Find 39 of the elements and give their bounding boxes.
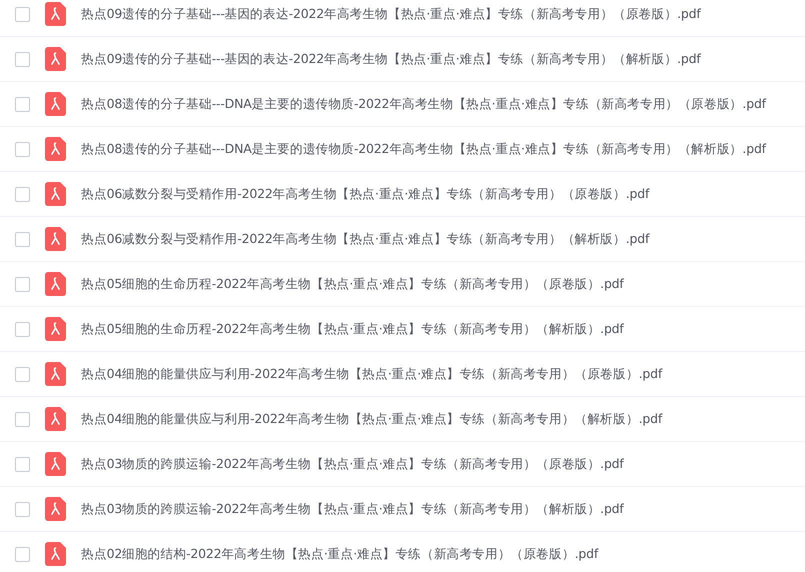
pdf-file-icon [45,137,66,161]
file-name[interactable]: 热点05细胞的生命历程-2022年高考生物【热点·重点·难点】专练（新高考专用）（原卷版）.pdf [81,276,624,292]
checkbox[interactable] [15,412,30,426]
pdf-file-icon [45,407,66,431]
checkbox[interactable] [15,322,30,336]
pdf-file-icon [45,362,66,386]
file-name[interactable]: 热点04细胞的能量供应与利用-2022年高考生物【热点·重点·难点】专练（新高考专用）（原卷版）.pdf [81,366,662,382]
pdf-file-icon [45,542,66,566]
pdf-file-icon [45,452,66,476]
pdf-file-icon [45,317,66,341]
pdf-file-icon [45,272,66,296]
file-name[interactable]: 热点06减数分裂与受精作用-2022年高考生物【热点·重点·难点】专练（新高考专用）（原卷版）.pdf [81,186,650,202]
file-name[interactable]: 热点08遗传的分子基础---DNA是主要的遗传物质-2022年高考生物【热点·重点·难点】专练（新高考专用）（解析版）.pdf [81,140,766,158]
checkbox[interactable] [15,6,30,22]
pdf-file-icon [45,2,66,26]
file-name[interactable]: 热点02细胞的结构-2022年高考生物【热点·重点·难点】专练（新高考专用）（原卷版）.pdf [81,546,598,562]
file-name[interactable]: 热点06减数分裂与受精作用-2022年高考生物【热点·重点·难点】专练（新高考专用）（解析版）.pdf [81,230,650,248]
pdf-file-icon [45,92,66,116]
checkbox[interactable] [15,456,30,472]
checkbox[interactable] [15,546,30,562]
pdf-file-icon [45,182,66,206]
file-name[interactable]: 热点04细胞的能量供应与利用-2022年高考生物【热点·重点·难点】专练（新高考专用）（解析版）.pdf [81,410,662,428]
checkbox[interactable] [15,276,30,292]
file-name[interactable]: 热点09遗传的分子基础---基因的表达-2022年高考生物【热点·重点·难点】专练（新高考专用）（解析版）.pdf [81,50,701,68]
checkbox[interactable] [15,232,30,246]
checkbox[interactable] [15,502,30,516]
checkbox[interactable] [15,142,30,156]
pdf-file-icon [45,227,66,251]
checkbox[interactable] [15,52,30,66]
pdf-file-icon [45,47,66,71]
checkbox[interactable] [15,186,30,202]
checkbox[interactable] [15,366,30,382]
file-name[interactable]: 热点09遗传的分子基础---基因的表达-2022年高考生物【热点·重点·难点】专练（新高考专用）（原卷版）.pdf [81,6,701,22]
file-name[interactable]: 热点03物质的跨膜运输-2022年高考生物【热点·重点·难点】专练（新高考专用）（原卷版）.pdf [81,456,624,472]
file-name[interactable]: 热点03物质的跨膜运输-2022年高考生物【热点·重点·难点】专练（新高考专用）（解析版）.pdf [81,500,624,518]
file-name[interactable]: 热点05细胞的生命历程-2022年高考生物【热点·重点·难点】专练（新高考专用）（解析版）.pdf [81,320,624,338]
pdf-file-icon [45,497,66,521]
checkbox[interactable] [15,96,30,112]
file-name[interactable]: 热点08遗传的分子基础---DNA是主要的遗传物质-2022年高考生物【热点·重点·难点】专练（新高考专用）（原卷版）.pdf [81,96,766,112]
